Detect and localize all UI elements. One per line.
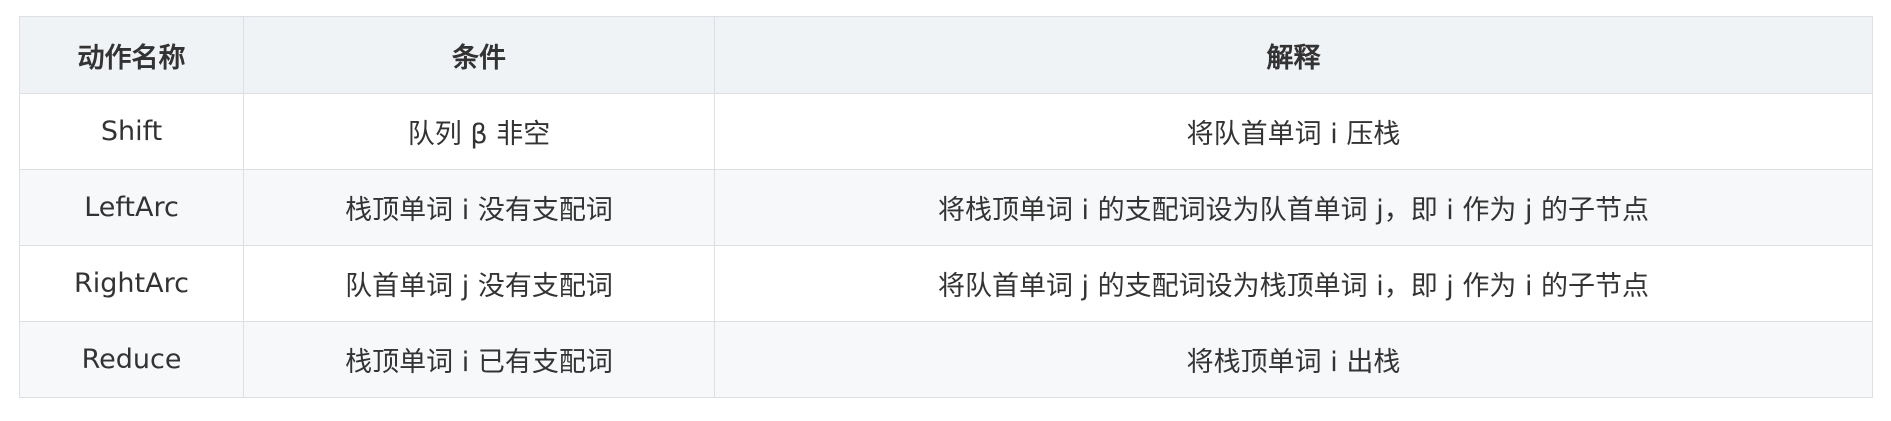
header-row: 动作名称 条件 解释 (19, 16, 1873, 94)
cell-condition: 栈顶单词 i 已有支配词 (243, 321, 715, 398)
table-header: 动作名称 条件 解释 (19, 16, 1873, 94)
transition-actions-table: 动作名称 条件 解释 Shift 队列 β 非空 将队首单词 i 压栈 Left… (19, 16, 1873, 398)
table-row: Reduce 栈顶单词 i 已有支配词 将栈顶单词 i 出栈 (19, 321, 1873, 398)
cell-explanation: 将队首单词 j 的支配词设为栈顶单词 i，即 j 作为 i 的子节点 (714, 245, 1873, 322)
cell-explanation: 将队首单词 i 压栈 (714, 93, 1873, 170)
cell-action-name: LeftArc (19, 169, 244, 246)
table-row: LeftArc 栈顶单词 i 没有支配词 将栈顶单词 i 的支配词设为队首单词 … (19, 169, 1873, 246)
cell-action-name: Shift (19, 93, 244, 170)
table-row: RightArc 队首单词 j 没有支配词 将队首单词 j 的支配词设为栈顶单词… (19, 245, 1873, 322)
transition-actions-table-container: 动作名称 条件 解释 Shift 队列 β 非空 将队首单词 i 压栈 Left… (19, 16, 1873, 398)
header-action-name: 动作名称 (19, 16, 244, 94)
cell-condition: 队列 β 非空 (243, 93, 715, 170)
cell-action-name: Reduce (19, 321, 244, 398)
cell-action-name: RightArc (19, 245, 244, 322)
table-row: Shift 队列 β 非空 将队首单词 i 压栈 (19, 93, 1873, 170)
header-explanation: 解释 (714, 16, 1873, 94)
cell-explanation: 将栈顶单词 i 出栈 (714, 321, 1873, 398)
cell-condition: 队首单词 j 没有支配词 (243, 245, 715, 322)
cell-explanation: 将栈顶单词 i 的支配词设为队首单词 j，即 i 作为 j 的子节点 (714, 169, 1873, 246)
header-condition: 条件 (243, 16, 715, 94)
cell-condition: 栈顶单词 i 没有支配词 (243, 169, 715, 246)
table-body: Shift 队列 β 非空 将队首单词 i 压栈 LeftArc 栈顶单词 i … (19, 93, 1873, 398)
